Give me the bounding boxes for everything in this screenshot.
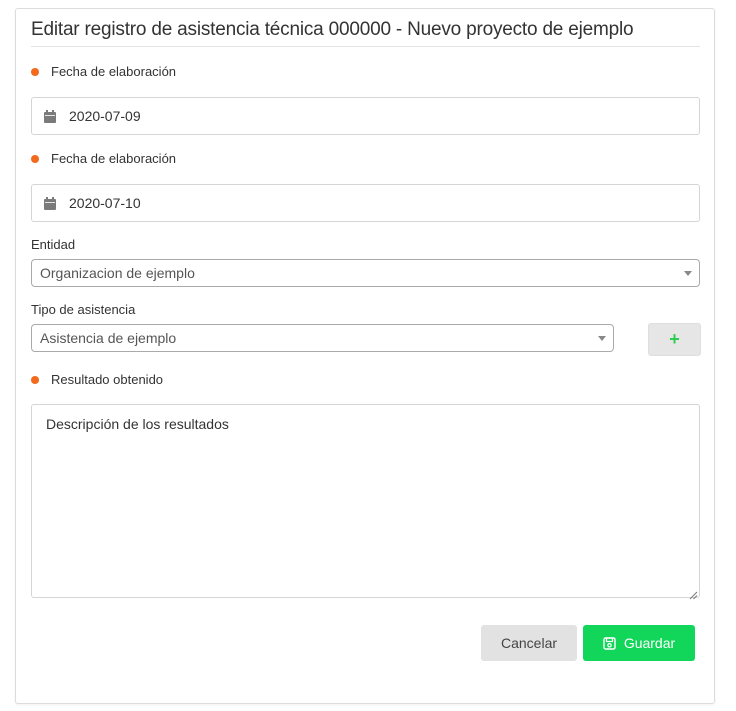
fecha-elaboracion-value-1: 2020-07-09 [69, 108, 141, 124]
entidad-label: Entidad [31, 237, 75, 252]
required-dot [31, 67, 39, 76]
tipo-asistencia-label-text: Tipo de asistencia [31, 302, 136, 317]
caret-down-icon [684, 271, 692, 276]
required-dot [31, 375, 39, 384]
resultado-textarea[interactable]: Descripción de los resultados [31, 404, 700, 600]
resultado-label-text: Resultado obtenido [51, 372, 164, 387]
fecha-elaboracion-input-1[interactable]: 2020-07-09 [31, 97, 700, 135]
entidad-select[interactable]: Organizacion de ejemplo [31, 259, 700, 287]
entidad-value: Organizacion de ejemplo [40, 265, 195, 281]
fecha-elaboracion-input-2[interactable]: 2020-07-10 [31, 184, 700, 222]
floppy-disk-icon [603, 636, 616, 650]
cancel-button[interactable]: Cancelar [481, 625, 577, 661]
title-divider [31, 46, 700, 47]
tipo-asistencia-value: Asistencia de ejemplo [40, 330, 177, 346]
resultado-label: Resultado obtenido [31, 372, 163, 387]
plus-icon: + [669, 329, 680, 349]
fecha-elaboracion-label-text-1: Fecha de elaboración [51, 64, 177, 79]
page-title: Editar registro de asistencia técnica 00… [31, 19, 634, 40]
tipo-asistencia-select[interactable]: Asistencia de ejemplo [31, 324, 614, 352]
add-tipo-asistencia-button[interactable]: + [648, 323, 701, 356]
tipo-asistencia-label: Tipo de asistencia [31, 302, 135, 317]
fecha-elaboracion-label-text-2: Fecha de elaboración [51, 151, 177, 166]
fecha-elaboracion-label-1: Fecha de elaboración [31, 64, 176, 79]
required-dot [31, 154, 39, 163]
edit-form-card: Editar registro de asistencia técnica 00… [15, 8, 715, 704]
save-button[interactable]: Guardar [583, 625, 695, 661]
calendar-icon [44, 109, 56, 123]
caret-down-icon [598, 336, 606, 341]
calendar-icon [44, 196, 56, 210]
resultado-value: Descripción de los resultados [46, 416, 229, 432]
entidad-label-text: Entidad [31, 237, 76, 252]
save-button-label: Guardar [623, 635, 676, 651]
cancel-button-label: Cancelar [500, 635, 558, 651]
resize-handle-icon[interactable] [689, 587, 698, 600]
fecha-elaboracion-value-2: 2020-07-10 [69, 195, 141, 211]
fecha-elaboracion-label-2: Fecha de elaboración [31, 151, 176, 166]
